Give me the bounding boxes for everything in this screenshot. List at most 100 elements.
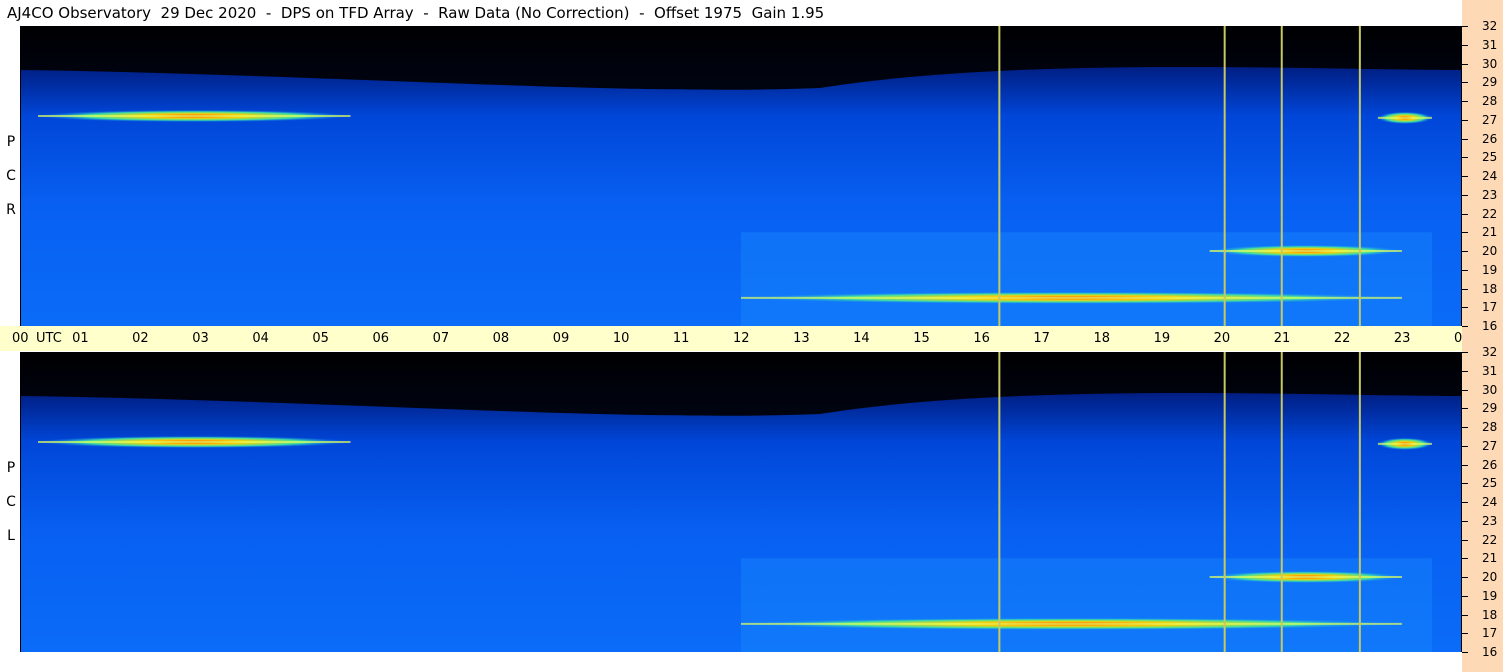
- lcp-freq-tick-32: 32: [1482, 345, 1498, 359]
- lcp-freq-mark-16: [1462, 652, 1468, 653]
- rcp-freq-tick-26: 26: [1482, 131, 1498, 146]
- lcp-freq-mark-27: [1462, 445, 1468, 447]
- bright-band-line-1: [38, 115, 351, 117]
- lcp-freq-tick-16: 16: [1482, 645, 1498, 659]
- rcp-freq-mark-23: [1462, 194, 1468, 196]
- rcp-freq-tick-24: 24: [1482, 169, 1498, 183]
- time-tick-19: 19: [1153, 331, 1171, 346]
- lcp-freq-mark-21: [1462, 558, 1468, 560]
- time-tick-2: 02: [132, 331, 149, 346]
- rcp-freq-mark-19: [1462, 269, 1468, 271]
- lcp-freq-tick-23: 23: [1482, 513, 1498, 528]
- lcp-freq-tick-25: 25: [1482, 476, 1498, 491]
- lcp-freq-tick-31: 31: [1482, 363, 1498, 378]
- time-tick-8: 08: [492, 331, 510, 346]
- rcp-freq-mark-20: [1462, 251, 1468, 252]
- lcp-freq-mark-19: [1462, 595, 1468, 597]
- lcp-freq-tick-19: 19: [1482, 588, 1498, 603]
- rcp-freq-tick-21: 21: [1482, 225, 1498, 240]
- rcp-freq-mark-31: [1462, 44, 1468, 46]
- lcp-freq-mark-22: [1462, 539, 1468, 541]
- utc-time-axis: 00 UTC 01 02 03 04 05 06 07 08 09 10 11 12 13 14 15 16 17 1…: [0, 326, 1496, 351]
- chart-title: AJ4CO Observatory 29 Dec 2020 - DPS on T…: [7, 4, 825, 22]
- lcp-freq-mark-29: [1462, 408, 1468, 410]
- rcp-freq-tick-32: 32: [1482, 19, 1498, 33]
- time-tick-15: 15: [913, 331, 930, 346]
- lcp-freq-mark-20: [1462, 577, 1468, 578]
- lcp-freq-mark-17: [1462, 633, 1468, 635]
- time-tick-5: 05: [312, 331, 329, 346]
- lcp-freq-mark-30: [1462, 389, 1468, 391]
- rcp-freq-tick-31: 31: [1482, 37, 1498, 52]
- time-tick-3: 03: [192, 331, 209, 346]
- bright-band-line-3: [1209, 576, 1402, 578]
- time-tick-14: 14: [853, 331, 870, 346]
- bright-band-line-4: [1377, 442, 1432, 445]
- lcp-freq-mark-18: [1462, 614, 1468, 616]
- rcp-freq-tick-19: 19: [1482, 262, 1498, 277]
- marker-line-4: [1358, 26, 1361, 326]
- rcp-freq-mark-22: [1462, 213, 1468, 215]
- rcp-freq-tick-25: 25: [1482, 150, 1498, 165]
- time-tick-17: 17: [1033, 331, 1050, 346]
- time-tick-23: 23: [1393, 331, 1411, 346]
- rcp-freq-mark-26: [1462, 138, 1468, 140]
- lcp-letter-p: L: [7, 528, 15, 544]
- bright-band-line-1: [38, 441, 351, 443]
- marker-line-3: [1280, 352, 1283, 652]
- time-tick-18: 18: [1093, 331, 1111, 346]
- lcp-freq-tick-24: 24: [1482, 495, 1498, 509]
- rcp-freq-tick-28: 28: [1482, 94, 1498, 108]
- lcp-freq-tick-22: 22: [1482, 532, 1498, 547]
- title-bar: AJ4CO Observatory 29 Dec 2020 - DPS on T…: [0, 0, 1462, 26]
- time-tick-16: 16: [973, 331, 990, 346]
- marker-line-2: [1223, 352, 1226, 652]
- time-tick-22: 22: [1333, 331, 1351, 346]
- rcp-freq-tick-17: 17: [1482, 300, 1498, 315]
- lcp-freq-tick-27: 27: [1482, 438, 1498, 453]
- lcp-freq-mark-32: [1462, 352, 1468, 353]
- time-tick-21: 21: [1273, 331, 1291, 346]
- bright-band-line-2: [741, 296, 1402, 299]
- time-tick-7: 07: [432, 331, 450, 346]
- time-tick-11: 11: [672, 331, 690, 346]
- rcp-freq-mark-32: [1462, 26, 1468, 27]
- lcp-freq-tick-18: 18: [1482, 607, 1498, 622]
- marker-line-1: [998, 26, 1001, 326]
- lcp-freq-tick-17: 17: [1482, 626, 1498, 641]
- lcp-freq-mark-23: [1462, 520, 1468, 522]
- time-tick-9: 09: [552, 331, 570, 346]
- marker-line-3: [1280, 26, 1283, 326]
- time-tick-12: 12: [733, 331, 750, 346]
- rcp-freq-tick-30: 30: [1482, 56, 1498, 71]
- rcp-freq-mark-27: [1462, 119, 1468, 121]
- rcp-freq-mark-21: [1462, 232, 1468, 234]
- time-tick-6: 06: [372, 331, 390, 346]
- lcp-freq-tick-20: 20: [1482, 570, 1498, 584]
- rcp-freq-tick-29: 29: [1482, 75, 1498, 90]
- time-tick-13: 13: [793, 331, 810, 346]
- lcp-freq-tick-30: 30: [1482, 382, 1498, 397]
- rcp-letter-r: P: [6, 134, 16, 150]
- lcp-spectrogram: [20, 352, 1462, 652]
- time-tick-10: 10: [612, 331, 630, 346]
- bright-band-line-3: [1209, 250, 1402, 252]
- utc-label: UTC: [36, 331, 62, 346]
- rcp-freq-tick-27: 27: [1482, 112, 1498, 127]
- rcp-freq-tick-23: 23: [1482, 187, 1498, 202]
- rcp-freq-tick-22: 22: [1482, 206, 1498, 221]
- marker-line-2: [1223, 26, 1226, 326]
- rcp-freq-tick-16: 16: [1482, 319, 1498, 333]
- rcp-freq-mark-25: [1462, 157, 1468, 159]
- lcp-freq-mark-26: [1462, 464, 1468, 466]
- lcp-letter-c: C: [6, 494, 16, 510]
- rcp-freq-mark-29: [1462, 82, 1468, 84]
- lcp-freq-mark-24: [1462, 502, 1468, 503]
- rcp-freq-mark-17: [1462, 307, 1468, 309]
- rcp-freq-mark-16: [1462, 326, 1468, 327]
- bright-band-line-4: [1377, 116, 1432, 119]
- rcp-freq-tick-20: 20: [1482, 244, 1498, 258]
- lcp-freq-tick-29: 29: [1482, 401, 1498, 416]
- rcp-freq-mark-24: [1462, 176, 1468, 177]
- lcp-freq-tick-21: 21: [1482, 551, 1498, 566]
